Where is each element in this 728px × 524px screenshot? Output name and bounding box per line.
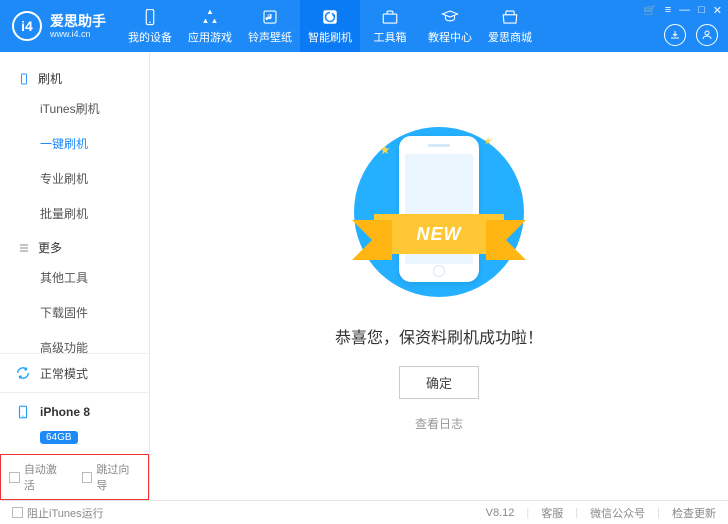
sidebar-group-flash[interactable]: 刷机	[0, 62, 149, 91]
ok-button[interactable]: 确定	[399, 366, 479, 399]
apps-icon	[201, 8, 219, 26]
app-body: 刷机 iTunes刷机 一键刷机 专业刷机 批量刷机 更多 其他工具 下载固件 …	[0, 52, 728, 500]
sidebar-item-pro-flash[interactable]: 专业刷机	[0, 161, 149, 196]
sidebar-group-more[interactable]: 更多	[0, 231, 149, 260]
phone-icon	[18, 73, 30, 85]
version-label: V8.12	[486, 507, 515, 519]
checkbox-label: 跳过向导	[96, 461, 140, 493]
tutorial-icon	[441, 8, 459, 26]
nav-label: 应用游戏	[188, 29, 232, 45]
header-right	[664, 24, 718, 46]
group-title: 更多	[38, 239, 62, 256]
main-content: NEW 恭喜您，保资料刷机成功啦！ 确定 查看日志	[150, 52, 728, 500]
support-link[interactable]: 客服	[541, 505, 563, 521]
cart-icon[interactable]: 🛒	[643, 4, 657, 17]
store-icon	[501, 8, 519, 26]
nav-label: 工具箱	[374, 29, 407, 45]
refresh-icon	[14, 364, 32, 382]
nav-store[interactable]: 爱思商城	[480, 0, 540, 52]
nav-label: 智能刷机	[308, 29, 352, 45]
nav-label: 爱思商城	[488, 29, 532, 45]
sidebar-item-batch-flash[interactable]: 批量刷机	[0, 196, 149, 231]
storage-badge: 64GB	[40, 431, 78, 444]
sidebar: 刷机 iTunes刷机 一键刷机 专业刷机 批量刷机 更多 其他工具 下载固件 …	[0, 52, 150, 500]
view-log-link[interactable]: 查看日志	[415, 415, 463, 432]
checkbox-label: 自动激活	[24, 461, 68, 493]
skip-guide-checkbox[interactable]: 跳过向导	[82, 461, 141, 493]
nav-label: 铃声壁纸	[248, 29, 292, 45]
success-illustration: NEW	[339, 120, 539, 304]
menu-icon[interactable]: ≡	[665, 4, 671, 17]
group-title: 刷机	[38, 70, 62, 87]
checkbox-label: 阻止iTunes运行	[27, 505, 104, 521]
toolbox-icon	[381, 8, 399, 26]
user-button[interactable]	[696, 24, 718, 46]
close-button[interactable]: ✕	[713, 4, 722, 17]
app-url: www.i4.cn	[50, 30, 106, 39]
nav-label: 教程中心	[428, 29, 472, 45]
flash-icon	[321, 8, 339, 26]
sidebar-item-itunes-flash[interactable]: iTunes刷机	[0, 91, 149, 126]
success-message: 恭喜您，保资料刷机成功啦！	[335, 324, 543, 348]
download-button[interactable]	[664, 24, 686, 46]
sidebar-item-advanced[interactable]: 高级功能	[0, 330, 149, 353]
app-logo: i4 爱思助手 www.i4.cn	[0, 0, 120, 52]
nav-label: 我的设备	[128, 29, 172, 45]
nav-ringtone[interactable]: 铃声壁纸	[240, 0, 300, 52]
nav-tutorial[interactable]: 教程中心	[420, 0, 480, 52]
sidebar-item-download-firmware[interactable]: 下载固件	[0, 295, 149, 330]
app-header: i4 爱思助手 www.i4.cn 我的设备 应用游戏 铃声壁纸 智能刷机 工具…	[0, 0, 728, 52]
wechat-link[interactable]: 微信公众号	[590, 505, 645, 521]
block-itunes-checkbox[interactable]: 阻止iTunes运行	[12, 505, 104, 521]
sidebar-bottom: 正常模式 iPhone 8 64GB 自动激活 跳过向导	[0, 353, 149, 500]
device-icon	[141, 8, 159, 26]
check-update-link[interactable]: 检查更新	[672, 505, 716, 521]
more-icon	[18, 242, 30, 254]
ringtone-icon	[261, 8, 279, 26]
nav-apps[interactable]: 应用游戏	[180, 0, 240, 52]
minimize-button[interactable]: —	[679, 4, 690, 17]
app-name: 爱思助手	[50, 14, 106, 28]
window-controls: 🛒 ≡ — □ ✕	[643, 4, 722, 17]
options-highlight: 自动激活 跳过向导	[0, 454, 149, 500]
nav-my-device[interactable]: 我的设备	[120, 0, 180, 52]
phone-graphic	[399, 136, 479, 282]
device-mode[interactable]: 正常模式	[0, 354, 149, 393]
connected-device[interactable]: iPhone 8 64GB	[0, 393, 149, 454]
main-nav: 我的设备 应用游戏 铃声壁纸 智能刷机 工具箱 教程中心 爱思商城	[120, 0, 540, 52]
nav-flash[interactable]: 智能刷机	[300, 0, 360, 52]
nav-toolbox[interactable]: 工具箱	[360, 0, 420, 52]
auto-activate-checkbox[interactable]: 自动激活	[9, 461, 68, 493]
mode-label: 正常模式	[40, 365, 88, 382]
device-name: iPhone 8	[40, 405, 90, 419]
sidebar-item-oneclick-flash[interactable]: 一键刷机	[0, 126, 149, 161]
logo-icon: i4	[12, 11, 42, 41]
phone-icon	[14, 403, 32, 421]
status-bar: 阻止iTunes运行 V8.12| 客服| 微信公众号| 检查更新	[0, 500, 728, 524]
maximize-button[interactable]: □	[698, 4, 705, 17]
sidebar-item-other-tools[interactable]: 其他工具	[0, 260, 149, 295]
new-ribbon: NEW	[374, 214, 504, 254]
